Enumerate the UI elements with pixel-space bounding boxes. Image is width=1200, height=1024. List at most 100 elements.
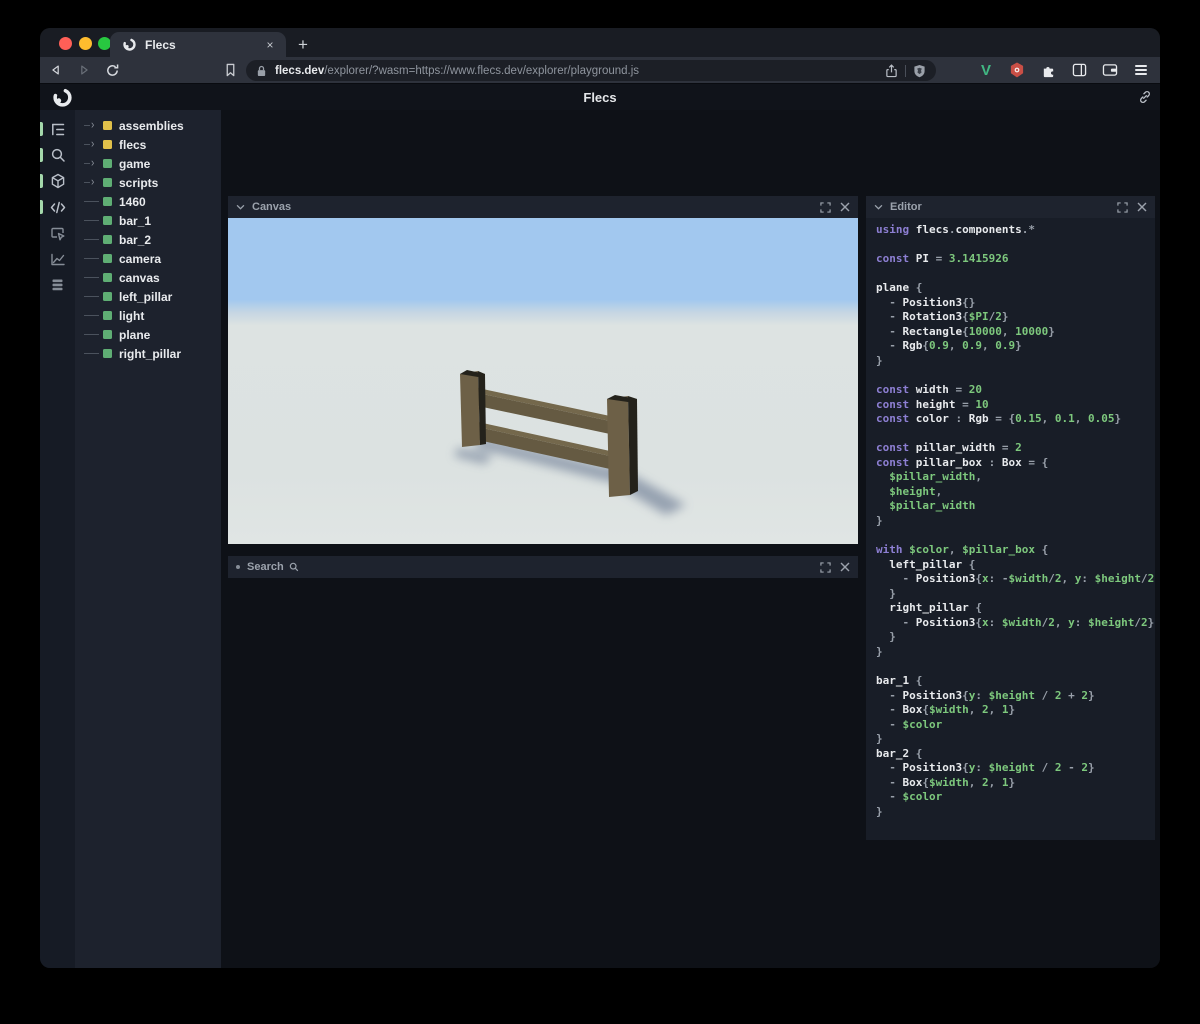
tree-item-right_pillar[interactable]: right_pillar [75, 344, 221, 363]
tree-guide-line [84, 353, 101, 354]
tree-item-light[interactable]: light [75, 306, 221, 325]
tree-item-bar_2[interactable]: bar_2 [75, 230, 221, 249]
3d-viewport[interactable] [228, 218, 858, 544]
browser-window: Flecs × + flecs.dev/explorer/?wasm=https… [40, 28, 1160, 968]
expand-chevron-icon[interactable]: › [84, 119, 101, 131]
tree-item-flecs[interactable]: › flecs [75, 135, 221, 154]
share-icon[interactable] [885, 63, 898, 78]
tree-item-1460[interactable]: 1460 [75, 192, 221, 211]
chart-icon[interactable] [40, 246, 75, 272]
fullscreen-icon[interactable] [820, 201, 831, 213]
inspect-icon[interactable] [40, 220, 75, 246]
tree-item-assemblies[interactable]: › assemblies [75, 116, 221, 135]
code-line: } [876, 513, 883, 527]
bookmark-icon[interactable] [218, 59, 242, 81]
back-icon[interactable] [44, 59, 68, 81]
close-icon[interactable] [1137, 202, 1147, 212]
code-line: } [876, 353, 883, 367]
new-tab-button[interactable]: + [290, 32, 316, 57]
stats-icon[interactable] [40, 272, 75, 298]
tree-item-label: assemblies [119, 118, 184, 133]
tree-guide-line [84, 315, 101, 316]
tab-close-icon[interactable]: × [262, 38, 278, 52]
entity-color-square [103, 197, 112, 206]
chevron-down-icon[interactable] [236, 204, 245, 210]
editor-panel-header[interactable]: Editor [866, 196, 1155, 218]
browser-tab[interactable]: Flecs × [110, 32, 286, 57]
chevron-down-icon[interactable] [874, 204, 883, 210]
search-panel-header[interactable]: Search [228, 556, 858, 578]
code-line: plane { [876, 281, 923, 295]
code-line: - Rgb{0.9, 0.9, 0.9} [876, 339, 1022, 353]
sidebar-icon[interactable] [1068, 59, 1090, 81]
fullscreen-icon[interactable] [1117, 201, 1128, 213]
expand-chevron-icon[interactable]: › [84, 176, 101, 188]
code-line: using flecs.components.* [876, 223, 1035, 236]
cube-icon[interactable] [40, 168, 75, 194]
tree-item-label: light [119, 308, 145, 323]
entity-color-square [103, 216, 112, 225]
tree-item-plane[interactable]: plane [75, 325, 221, 344]
tree-item-canvas[interactable]: canvas [75, 268, 221, 287]
code-line: const pillar_width = 2 [876, 441, 1022, 455]
wallet-icon[interactable] [1099, 59, 1121, 81]
tree-item-label: plane [119, 327, 151, 342]
tree-item-game[interactable]: › game [75, 154, 221, 173]
tree-item-camera[interactable]: camera [75, 249, 221, 268]
tree-guide-line [84, 277, 101, 278]
entity-color-square [103, 273, 112, 282]
entity-color-square [103, 140, 112, 149]
url-domain: flecs.dev [275, 64, 325, 77]
close-window-button[interactable] [59, 37, 72, 50]
tree-icon[interactable] [40, 116, 75, 142]
expand-chevron-icon[interactable]: › [84, 138, 101, 150]
tab-title: Flecs [145, 37, 176, 52]
code-editor[interactable]: using flecs.components.* const PI = 3.141… [866, 218, 1155, 840]
vue-devtools-icon[interactable]: V [975, 59, 997, 81]
code-line: - Box{$width, 2, 1} [876, 775, 1016, 789]
code-line: - Position3{y: $height / 2 - 2} [876, 761, 1095, 775]
code-line: } [876, 586, 896, 600]
search-icon[interactable] [40, 142, 75, 168]
flecs-favicon [123, 38, 136, 51]
icon-sidebar [40, 110, 75, 968]
url-bar[interactable]: flecs.dev/explorer/?wasm=https://www.fle… [246, 60, 936, 81]
red-hexagon-extension-icon[interactable] [1006, 59, 1028, 81]
code-line: with $color, $pillar_box { [876, 543, 1049, 557]
reload-icon[interactable] [100, 59, 124, 81]
puzzle-extensions-icon[interactable] [1037, 59, 1059, 81]
code-line: const width = 20 [876, 383, 982, 397]
link-icon[interactable] [1138, 90, 1152, 104]
tree-item-label: left_pillar [119, 289, 173, 304]
expand-chevron-icon[interactable]: › [84, 157, 101, 169]
collapsed-indicator-icon[interactable] [236, 565, 240, 569]
brave-shield-icon[interactable] [913, 64, 926, 78]
tree-guide-line [84, 334, 101, 335]
code-line: const pillar_box : Box = { [876, 455, 1049, 469]
close-icon[interactable] [840, 562, 850, 572]
code-line: - Box{$width, 2, 1} [876, 703, 1016, 717]
tree-item-scripts[interactable]: › scripts [75, 173, 221, 192]
tab-strip: Flecs × + [40, 28, 1160, 57]
code-icon[interactable] [40, 194, 75, 220]
tree-item-left_pillar[interactable]: left_pillar [75, 287, 221, 306]
fullscreen-icon[interactable] [820, 561, 831, 573]
entity-color-square [103, 235, 112, 244]
forward-icon[interactable] [72, 59, 96, 81]
entity-color-square [103, 121, 112, 130]
menu-icon[interactable] [1130, 59, 1152, 81]
entity-color-square [103, 330, 112, 339]
lock-icon [256, 65, 267, 77]
tree-item-bar_1[interactable]: bar_1 [75, 211, 221, 230]
search-panel: Search [228, 556, 858, 578]
canvas-panel-header[interactable]: Canvas [228, 196, 858, 218]
minimize-window-button[interactable] [79, 37, 92, 50]
close-icon[interactable] [840, 202, 850, 212]
code-line: $pillar_width, [876, 470, 982, 484]
tree-guide-line [84, 239, 101, 240]
url-path: /explorer/?wasm=https://www.flecs.dev/ex… [324, 64, 640, 77]
editor-panel-title: Editor [890, 201, 922, 213]
entity-color-square [103, 178, 112, 187]
